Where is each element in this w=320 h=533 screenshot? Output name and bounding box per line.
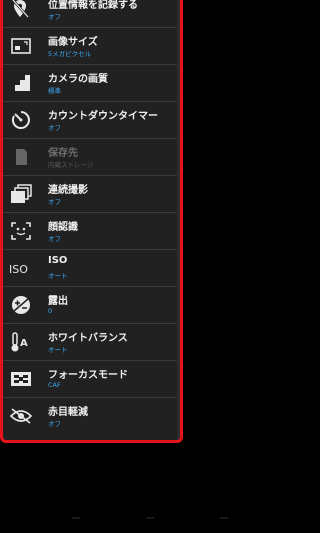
setting-value: オフ: [48, 420, 61, 428]
setting-title: カウントダウンタイマー: [48, 111, 158, 122]
face-detect-icon: [9, 220, 33, 242]
setting-title: 露出: [48, 296, 68, 307]
setting-title: 位置情報を記録する: [48, 0, 138, 11]
svg-text:ISO: ISO: [9, 263, 28, 276]
svg-text:A: A: [20, 338, 28, 349]
setting-value: 内蔵ストレージ: [48, 161, 94, 169]
setting-value: オート: [48, 346, 68, 354]
setting-title: 連続撮影: [48, 185, 88, 196]
nav-indicator: [220, 517, 228, 519]
setting-value: オフ: [48, 198, 61, 206]
setting-title: 保存先: [48, 148, 78, 159]
setting-focus-mode[interactable]: フォーカスモード CAF: [3, 361, 180, 398]
setting-value: オフ: [48, 124, 61, 132]
timer-icon: [9, 109, 33, 131]
setting-iso[interactable]: ISO ISO オート: [3, 250, 180, 287]
setting-value: CAF: [48, 381, 61, 389]
nav-indicator: [146, 517, 154, 519]
setting-location[interactable]: 位置情報を記録する オフ: [3, 0, 180, 28]
setting-title: カメラの画質: [48, 74, 108, 85]
setting-value: 5メガピクセル: [48, 50, 92, 58]
setting-title: 赤目軽減: [48, 407, 88, 418]
iso-icon: ISO: [9, 257, 33, 279]
setting-value: オフ: [48, 13, 61, 21]
setting-countdown-timer[interactable]: カウントダウンタイマー オフ: [3, 102, 180, 139]
setting-red-eye[interactable]: 赤目軽減 オフ: [3, 398, 180, 435]
setting-title: ホワイトバランス: [48, 333, 128, 344]
focus-mode-icon: [9, 368, 33, 390]
quality-icon: [9, 72, 33, 94]
exposure-icon: [9, 294, 33, 316]
setting-title: 画像サイズ: [48, 37, 98, 48]
setting-value: 標準: [48, 87, 61, 95]
setting-face-detect[interactable]: 顔認識 オフ: [3, 213, 180, 250]
setting-exposure[interactable]: 露出 0: [3, 287, 180, 324]
setting-title: フォーカスモード: [48, 370, 128, 381]
setting-image-size[interactable]: 画像サイズ 5メガピクセル: [3, 28, 180, 65]
setting-white-balance[interactable]: A ホワイトバランス オート: [3, 324, 180, 361]
camera-settings-panel: 位置情報を記録する オフ 画像サイズ 5メガピクセル カメラの画質 標準 カウン…: [0, 0, 183, 443]
burst-icon: [9, 183, 33, 205]
nav-indicator: [72, 517, 80, 519]
setting-burst[interactable]: 連続撮影 オフ: [3, 176, 180, 213]
setting-storage: 保存先 内蔵ストレージ: [3, 139, 180, 176]
setting-value: オート: [48, 272, 68, 280]
setting-value: 0: [48, 307, 53, 315]
setting-value: オフ: [48, 235, 61, 243]
setting-title: ISO: [48, 255, 68, 266]
image-size-icon: [9, 35, 33, 57]
scrollbar[interactable]: [177, 0, 180, 440]
location-off-icon: [9, 0, 33, 20]
setting-title: 顔認識: [48, 222, 78, 233]
setting-quality[interactable]: カメラの画質 標準: [3, 65, 180, 102]
storage-icon: [9, 146, 33, 168]
red-eye-icon: [9, 405, 33, 427]
white-balance-icon: A: [9, 331, 33, 353]
